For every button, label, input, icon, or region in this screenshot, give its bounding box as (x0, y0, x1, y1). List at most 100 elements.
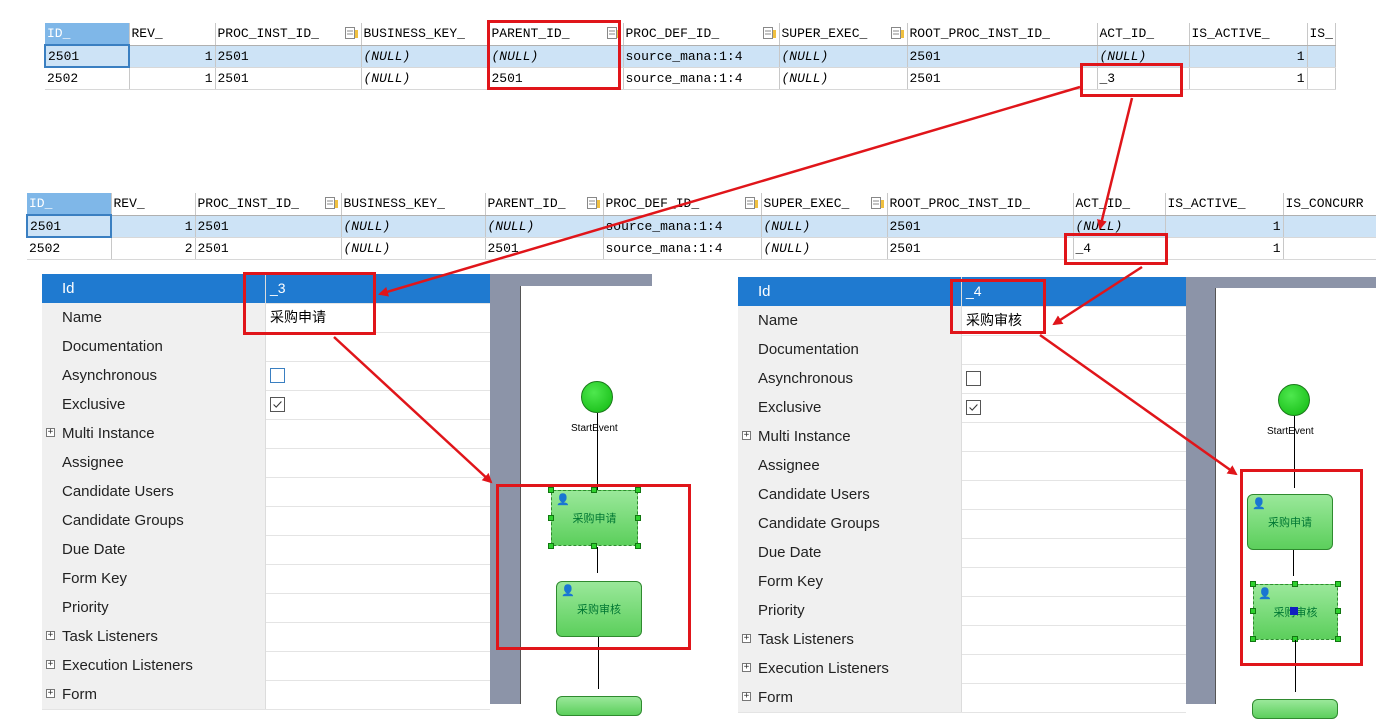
cell-super-exec[interactable]: (NULL) (779, 67, 908, 90)
task-purchase-request[interactable]: 👤 采购申请 (1247, 494, 1333, 550)
table-row[interactable]: 2502 1 2501 (NULL) 2501 source_mana:1:4 … (45, 67, 1336, 90)
column-filter-icon[interactable] (606, 27, 621, 39)
col-header-parent-id[interactable]: PARENT_ID_ (489, 23, 624, 46)
prop-value-documentation[interactable] (962, 335, 1186, 364)
prop-value-multi-instance[interactable] (266, 419, 490, 448)
cell-business-key[interactable]: (NULL) (341, 237, 486, 260)
expand-plus-icon[interactable]: + (742, 634, 751, 643)
resize-handle[interactable] (548, 543, 554, 549)
move-handle[interactable] (1290, 607, 1298, 615)
expand-plus-icon[interactable]: + (742, 692, 751, 701)
prop-row-asynchronous[interactable]: Asynchronous (738, 364, 1186, 394)
col-header-rev[interactable]: REV_ (111, 193, 196, 216)
col-header-is-concurrent[interactable]: IS_CONCURR (1283, 193, 1376, 216)
prop-row-task-listeners[interactable]: + Task Listeners (738, 625, 1186, 655)
col-header-proc-inst-id[interactable]: PROC_INST_ID_ (215, 23, 362, 46)
prop-row-form-key[interactable]: Form Key (738, 567, 1186, 597)
task-next[interactable] (556, 696, 642, 716)
prop-value-name[interactable]: 采购审核 (962, 306, 1186, 335)
prop-value-form-key[interactable] (962, 567, 1186, 596)
expand-plus-icon[interactable]: + (742, 431, 751, 440)
prop-row-name[interactable]: Name 采购申请 (42, 303, 490, 333)
cell-parent-id[interactable]: (NULL) (485, 215, 604, 238)
col-header-super-exec[interactable]: SUPER_EXEC_ (779, 23, 908, 46)
cell-id[interactable]: 2502 (27, 237, 112, 260)
cell-id[interactable]: 2501 (44, 44, 130, 68)
sequence-flow[interactable] (1293, 550, 1294, 576)
col-header-proc-inst-id[interactable]: PROC_INST_ID_ (195, 193, 342, 216)
cell-proc-def-id[interactable]: source_mana:1:4 (623, 67, 780, 90)
resize-handle[interactable] (1250, 636, 1256, 642)
task-purchase-review[interactable]: 👤 采购审核 (556, 581, 642, 637)
prop-value-id[interactable]: _4 (962, 277, 1186, 306)
cell-business-key[interactable]: (NULL) (361, 67, 490, 90)
cell-is-active[interactable]: 1 (1165, 237, 1284, 260)
cell-proc-inst-id[interactable]: 2501 (215, 67, 362, 90)
prop-value-task-listeners[interactable] (962, 625, 1186, 654)
resize-handle[interactable] (1335, 608, 1341, 614)
cell-is[interactable] (1307, 45, 1336, 68)
expand-plus-icon[interactable]: + (742, 663, 751, 672)
col-header-act-id[interactable]: ACT_ID_ (1073, 193, 1166, 216)
prop-value-multi-instance[interactable] (962, 422, 1186, 451)
cell-rev[interactable]: 1 (129, 45, 216, 68)
prop-row-exclusive[interactable]: Exclusive (42, 390, 490, 420)
cell-proc-inst-id[interactable]: 2501 (215, 45, 362, 68)
resize-handle[interactable] (1335, 581, 1341, 587)
prop-row-form[interactable]: + Form (42, 680, 490, 710)
sequence-flow[interactable] (1294, 416, 1295, 488)
cell-is-active[interactable]: 1 (1189, 67, 1308, 90)
sequence-flow[interactable] (598, 637, 599, 689)
expand-plus-icon[interactable]: + (46, 689, 55, 698)
exclusive-checkbox[interactable] (270, 397, 285, 412)
prop-value-candidate-users[interactable] (266, 477, 490, 506)
prop-value-candidate-groups[interactable] (266, 506, 490, 535)
col-header-parent-id[interactable]: PARENT_ID_ (485, 193, 604, 216)
cell-parent-id[interactable]: 2501 (485, 237, 604, 260)
prop-value-id[interactable]: _3 (266, 274, 490, 303)
resize-handle[interactable] (548, 487, 554, 493)
table-row[interactable]: 2501 1 2501 (NULL) (NULL) source_mana:1:… (44, 44, 1336, 68)
cell-rev[interactable]: 2 (111, 237, 196, 260)
expand-plus-icon[interactable]: + (46, 428, 55, 437)
prop-row-exclusive[interactable]: Exclusive (738, 393, 1186, 423)
prop-value-documentation[interactable] (266, 332, 490, 361)
sequence-flow[interactable] (597, 547, 598, 573)
cell-is-concurrent[interactable] (1283, 215, 1376, 238)
table-row[interactable]: 2501 1 2501 (NULL) (NULL) source_mana:1:… (26, 214, 1376, 238)
prop-row-due-date[interactable]: Due Date (738, 538, 1186, 568)
resize-handle[interactable] (548, 515, 554, 521)
column-filter-icon[interactable] (890, 27, 905, 39)
sequence-flow[interactable] (1295, 640, 1296, 692)
cell-super-exec[interactable]: (NULL) (779, 45, 908, 68)
col-header-act-id[interactable]: ACT_ID_ (1097, 23, 1190, 46)
prop-row-form[interactable]: + Form (738, 683, 1186, 713)
prop-row-task-listeners[interactable]: + Task Listeners (42, 622, 490, 652)
cell-business-key[interactable]: (NULL) (361, 45, 490, 68)
prop-row-multi-instance[interactable]: + Multi Instance (42, 419, 490, 449)
prop-value-priority[interactable] (962, 596, 1186, 625)
prop-row-form-key[interactable]: Form Key (42, 564, 490, 594)
cell-id[interactable]: 2502 (45, 67, 130, 90)
prop-row-execution-listeners[interactable]: + Execution Listeners (738, 654, 1186, 684)
resize-handle[interactable] (635, 543, 641, 549)
prop-row-id[interactable]: Id _4 (738, 277, 1186, 307)
col-header-id[interactable]: ID_ (27, 193, 112, 216)
resize-handle[interactable] (635, 487, 641, 493)
prop-row-documentation[interactable]: Documentation (738, 335, 1186, 365)
prop-value-due-date[interactable] (266, 535, 490, 564)
prop-value-task-listeners[interactable] (266, 622, 490, 651)
prop-value-assignee[interactable] (962, 451, 1186, 480)
task-purchase-request[interactable]: 👤 采购申请 (551, 490, 638, 546)
prop-value-assignee[interactable] (266, 448, 490, 477)
col-header-is-active[interactable]: IS_ACTIVE_ (1165, 193, 1284, 216)
prop-row-name[interactable]: Name 采购审核 (738, 306, 1186, 336)
prop-row-multi-instance[interactable]: + Multi Instance (738, 422, 1186, 452)
cell-is-concurrent[interactable] (1283, 237, 1376, 260)
cell-root-proc-inst-id[interactable]: 2501 (887, 215, 1074, 238)
col-header-id[interactable]: ID_ (45, 23, 130, 46)
cell-parent-id[interactable]: 2501 (489, 67, 624, 90)
prop-value-form[interactable] (962, 683, 1186, 712)
cell-parent-id[interactable]: (NULL) (489, 45, 624, 68)
cell-rev[interactable]: 1 (111, 215, 196, 238)
